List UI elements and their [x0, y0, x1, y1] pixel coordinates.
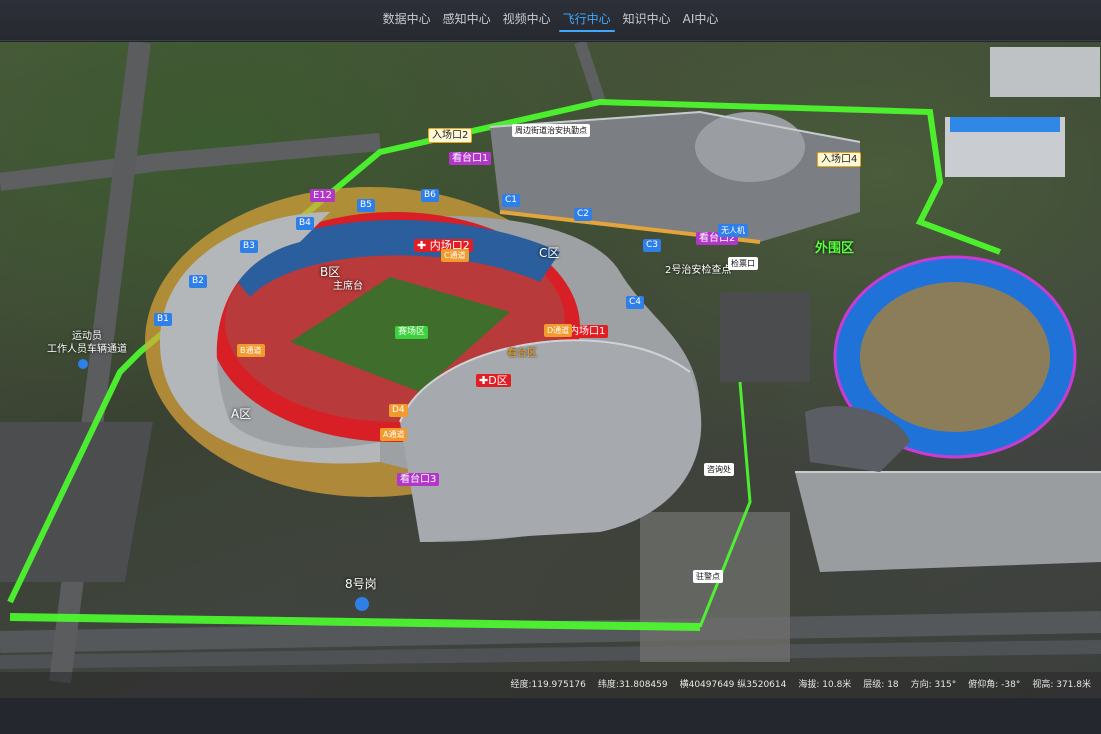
section-D4[interactable]: D4	[389, 404, 408, 417]
tab-knowledge-center[interactable]: 知识中心	[617, 0, 677, 38]
section-B4[interactable]: B4	[296, 217, 314, 230]
section-C3[interactable]: C3	[643, 239, 662, 252]
point-police-check[interactable]: 2号治安检查点	[662, 264, 734, 277]
first-aid-icon: ✚	[417, 239, 430, 252]
point-inquiry[interactable]: 咨询处	[704, 463, 734, 476]
stand-area-label: 看台区	[507, 348, 537, 359]
tab-data-center[interactable]: 数据中心	[377, 0, 437, 38]
section-C1[interactable]: C1	[502, 194, 521, 207]
gate-entry4[interactable]: 入场口4	[817, 152, 862, 167]
tab-video-center[interactable]: 视频中心	[497, 0, 557, 38]
main-stand-label: 主席台	[333, 281, 363, 292]
gate-inner1[interactable]: 内场口1	[566, 325, 609, 338]
section-C4[interactable]: C4	[626, 296, 645, 309]
longitude-readout: 经度:119.975176	[510, 680, 586, 690]
section-B2[interactable]: B2	[189, 275, 207, 288]
heading-readout: 方向: 315°	[910, 680, 957, 690]
point-check[interactable]: 检票口	[728, 257, 758, 270]
section-C2[interactable]: C2	[574, 208, 593, 221]
first-aid-icon: ✚	[479, 374, 489, 387]
section-E12[interactable]: E12	[310, 189, 336, 202]
top-navigation-bar: 数据中心 感知中心 视频中心 飞行中心 知识中心 AI中心	[0, 0, 1101, 41]
section-B1[interactable]: B1	[154, 313, 172, 326]
point-surrounding[interactable]: 周边街道治安执勤点	[512, 124, 590, 137]
post8-label[interactable]: 8号岗	[342, 578, 380, 591]
xy-readout: 横40497649 纵3520614	[679, 680, 787, 690]
tab-flight-center[interactable]: 飞行中心	[557, 0, 617, 38]
outer-zone-label: 外围区	[815, 241, 855, 256]
latitude-readout: 纬度:31.808459	[597, 680, 668, 690]
tab-perception-center[interactable]: 感知中心	[437, 0, 497, 38]
zone-c-label: C区	[539, 246, 560, 260]
gate-entry2[interactable]: 入场口2	[428, 128, 473, 143]
passage-a[interactable]: A通道	[380, 428, 408, 441]
center-nav-tabs: 数据中心 感知中心 视频中心 飞行中心 知识中心 AI中心	[0, 0, 1101, 38]
level-readout: 层级: 18	[863, 680, 899, 690]
bottom-bar	[0, 698, 1101, 734]
field-label: 赛场区	[395, 326, 429, 339]
section-B3[interactable]: B3	[240, 240, 258, 253]
view-height-readout: 视高: 371.8米	[1032, 680, 1091, 690]
post8-marker	[355, 597, 369, 611]
tab-ai-center[interactable]: AI中心	[677, 0, 725, 38]
pitch-readout: 俯仰角: -38°	[968, 680, 1021, 690]
point-police-station[interactable]: 驻警点	[693, 570, 723, 583]
gate-stand1[interactable]: 看台口1	[449, 152, 492, 165]
map-graphics	[0, 42, 1101, 684]
athlete-lane-label[interactable]: 运动员 工作人员车辆通道	[44, 330, 130, 356]
point-drone[interactable]: 无人机	[718, 224, 748, 237]
zone-b-label: B区	[320, 265, 341, 279]
passage-b[interactable]: B通道	[237, 344, 265, 357]
passage-c[interactable]: C通道	[441, 249, 469, 262]
zone-d-marker[interactable]: ✚D区	[476, 374, 511, 387]
gate-stand3[interactable]: 看台口3	[397, 473, 440, 486]
section-B5[interactable]: B5	[357, 199, 375, 212]
3d-map-viewport[interactable]: 入场口2 周边街道治安执勤点 入场口4 看台口1 看台口2 看台口3 无人机 E…	[0, 42, 1101, 698]
section-B6[interactable]: B6	[421, 189, 439, 202]
zone-a-label: A区	[231, 407, 252, 421]
passage-d[interactable]: D通道	[544, 324, 573, 337]
altitude-readout: 海拔: 10.8米	[798, 680, 852, 690]
map-status-bar: 经度:119.975176 纬度:31.808459 横40497649 纵35…	[0, 672, 1101, 698]
